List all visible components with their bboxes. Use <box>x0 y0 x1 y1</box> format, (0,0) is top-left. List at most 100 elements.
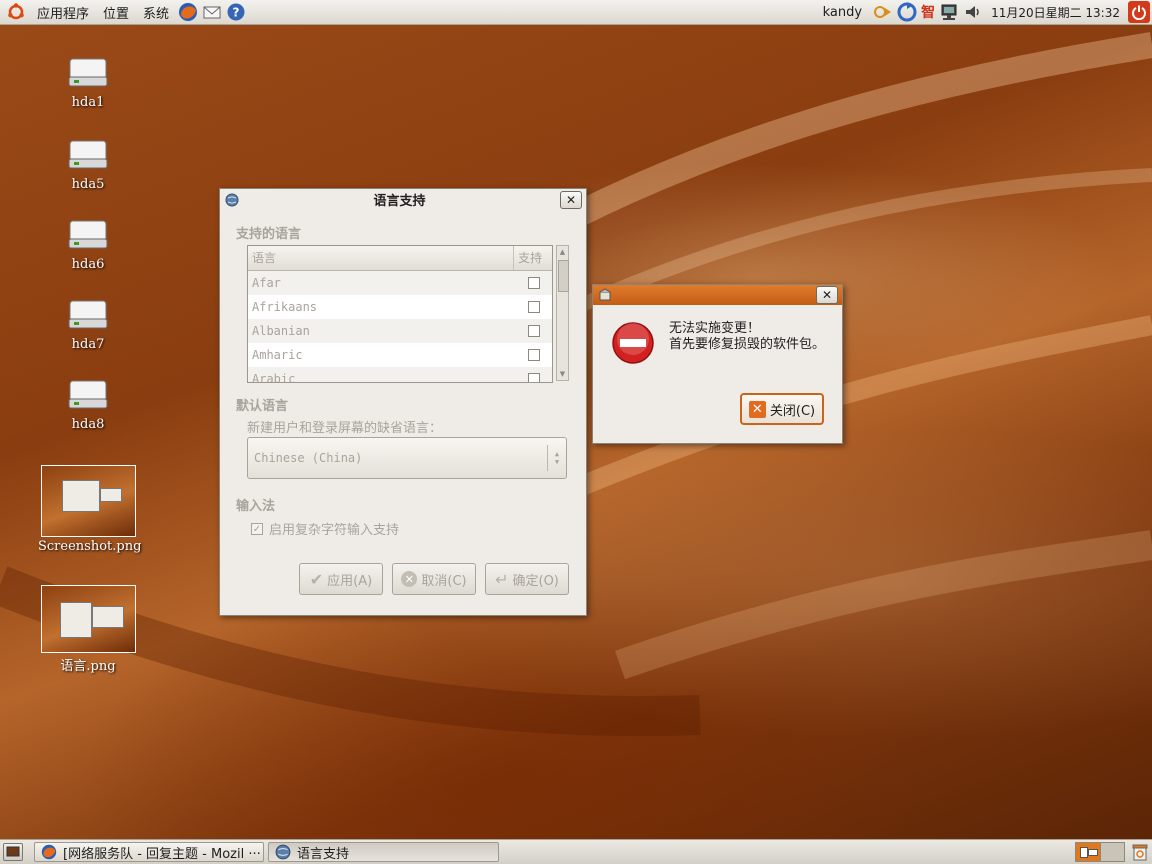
taskbar-item-firefox[interactable]: [网络服务队 - 回复主题 - Mozil ··· <box>34 842 264 862</box>
close-button[interactable]: ✕ <box>560 190 582 209</box>
error-stop-icon <box>612 322 654 364</box>
desktop-icon-label: hda8 <box>71 417 105 432</box>
top-panel: 应用程序 位置 系统 ? kandy 智 11月20日星期二 13:32 <box>0 0 1152 25</box>
firefox-icon[interactable] <box>178 2 198 22</box>
language-row[interactable]: Albanian <box>248 319 552 343</box>
language-list-header: 语言 支持 <box>248 246 552 271</box>
language-name: Afar <box>252 276 281 290</box>
desktop-icon-hda7[interactable]: hda7 <box>38 297 138 352</box>
workspace-2[interactable] <box>1100 843 1124 861</box>
globe-icon <box>225 193 239 206</box>
scrollbar-thumb[interactable] <box>558 260 569 292</box>
apply-button-label: 应用(A) <box>327 573 373 589</box>
language-support-window: 语言支持 ✕ 支持的语言 语言 支持 Afar Afrikaans Albanian… <box>219 188 587 616</box>
window-title: 语言支持 <box>373 194 426 209</box>
error-message: 无法实施变更！ 首先要修复损毁的软件包。 <box>669 321 825 353</box>
ime-indicator[interactable]: 智 <box>921 2 935 22</box>
language-supported-checkbox[interactable] <box>528 349 540 361</box>
user-name[interactable]: kandy <box>816 5 869 20</box>
language-supported-checkbox[interactable] <box>528 325 540 337</box>
menu-places[interactable]: 位置 <box>96 3 136 22</box>
ok-button[interactable]: ↵ 确定(O) <box>485 563 569 595</box>
language-name: Albanian <box>252 324 310 338</box>
drive-icon <box>68 58 108 87</box>
drive-icon <box>68 220 108 249</box>
error-dialog: ✕ 无法实施变更！ 首先要修复损毁的软件包。 ✕ 关闭(C) <box>592 284 843 444</box>
error-message-line1: 无法实施变更！ <box>669 321 761 336</box>
cancel-button-label: 取消(C) <box>421 573 467 589</box>
complex-input-checkbox[interactable]: ✓ 启用复杂字符输入支持 <box>251 519 399 538</box>
error-close-button[interactable]: ✕ 关闭(C) <box>740 393 824 425</box>
close-x-icon: ✕ <box>748 400 766 418</box>
language-supported-checkbox[interactable] <box>528 277 540 289</box>
language-list-scrollbar[interactable]: ▲ ▼ <box>556 245 569 381</box>
taskbar-item-label: 语言支持 <box>297 846 350 862</box>
window-titlebar[interactable]: 语言支持 ✕ <box>220 189 586 210</box>
apply-button[interactable]: ✔ 应用(A) <box>299 563 383 595</box>
drive-icon <box>68 380 108 409</box>
workspace-switcher[interactable] <box>1075 842 1125 862</box>
taskbar-item-label: [网络服务队 - 回复主题 - Mozil ··· <box>63 846 261 862</box>
default-language-hint: 新建用户和登录屏幕的缺省语言： <box>247 421 443 436</box>
cancel-button[interactable]: ✕ 取消(C) <box>392 563 476 595</box>
menu-applications[interactable]: 应用程序 <box>30 3 96 22</box>
desktop-icon-label: Screenshot.png <box>38 539 142 554</box>
ok-button-label: 确定(O) <box>512 573 559 589</box>
clock[interactable]: 11月20日星期二 13:32 <box>987 4 1124 21</box>
error-message-line2: 首先要修复损毁的软件包。 <box>669 337 826 352</box>
drive-icon <box>68 140 108 169</box>
scroll-up-arrow-icon[interactable]: ▲ <box>557 246 568 258</box>
user-switch-icon[interactable] <box>873 2 893 22</box>
default-language-value: Chinese (China) <box>254 451 363 465</box>
image-thumbnail <box>40 585 136 653</box>
workspace-1[interactable] <box>1076 843 1101 861</box>
error-dialog-titlebar[interactable]: ✕ <box>593 285 842 305</box>
supported-languages-label: 支持的语言 <box>236 227 302 242</box>
desktop-icon-hda6[interactable]: hda6 <box>38 217 138 272</box>
logout-button[interactable] <box>1128 1 1150 23</box>
language-row[interactable]: Afrikaans <box>248 295 552 319</box>
language-supported-checkbox[interactable] <box>528 373 540 382</box>
checkbox-checked-icon: ✓ <box>251 522 263 535</box>
bottom-panel: [网络服务队 - 回复主题 - Mozil ··· 语言支持 <box>0 839 1152 864</box>
checkmark-icon: ✔ <box>309 569 324 589</box>
desktop-icon-language-png[interactable]: 语言.png <box>38 585 138 674</box>
column-supported[interactable]: 支持 <box>513 246 552 270</box>
language-row[interactable]: Amharic <box>248 343 552 367</box>
column-language[interactable]: 语言 <box>248 246 513 270</box>
update-icon[interactable] <box>897 2 917 22</box>
close-icon: ✕ <box>821 288 833 302</box>
default-language-combo[interactable]: Chinese (China) ▲ ▼ <box>247 437 567 479</box>
power-icon <box>1132 5 1146 20</box>
ubuntu-logo-icon[interactable] <box>6 2 26 22</box>
show-desktop-icon <box>6 846 20 857</box>
mail-icon[interactable] <box>202 2 222 22</box>
language-name: Arabic <box>252 372 296 383</box>
language-list[interactable]: 语言 支持 Afar Afrikaans Albanian Amharic Arabic <box>247 245 553 383</box>
show-desktop-button[interactable] <box>3 843 23 861</box>
desktop-icon-screenshot[interactable]: Screenshot.png <box>38 465 142 554</box>
close-button[interactable]: ✕ <box>816 286 838 304</box>
close-icon: ✕ <box>565 192 577 207</box>
desktop-icon-label: hda1 <box>71 95 105 110</box>
volume-icon[interactable] <box>963 2 983 22</box>
language-row[interactable]: Arabic <box>248 367 552 383</box>
desktop-icon-hda1[interactable]: hda1 <box>38 55 138 110</box>
help-icon[interactable]: ? <box>226 2 246 22</box>
network-icon[interactable] <box>939 2 959 22</box>
language-row[interactable]: Afar <box>248 271 552 295</box>
taskbar-item-language-support[interactable]: 语言支持 <box>268 842 499 862</box>
desktop-icon-hda8[interactable]: hda8 <box>38 377 138 432</box>
menu-system[interactable]: 系统 <box>136 3 176 22</box>
image-thumbnail <box>40 465 136 537</box>
firefox-icon <box>41 844 57 860</box>
desktop-icon-hda5[interactable]: hda5 <box>38 137 138 192</box>
trash-icon[interactable] <box>1130 842 1150 862</box>
scroll-down-arrow-icon[interactable]: ▼ <box>557 368 568 380</box>
combo-arrows-icon: ▲ ▼ <box>547 445 566 471</box>
desktop-icon-label: hda6 <box>71 257 105 272</box>
language-name: Afrikaans <box>252 300 318 314</box>
complex-input-label: 启用复杂字符输入支持 <box>269 523 400 538</box>
error-close-label: 关闭(C) <box>769 403 816 419</box>
language-supported-checkbox[interactable] <box>528 301 540 313</box>
